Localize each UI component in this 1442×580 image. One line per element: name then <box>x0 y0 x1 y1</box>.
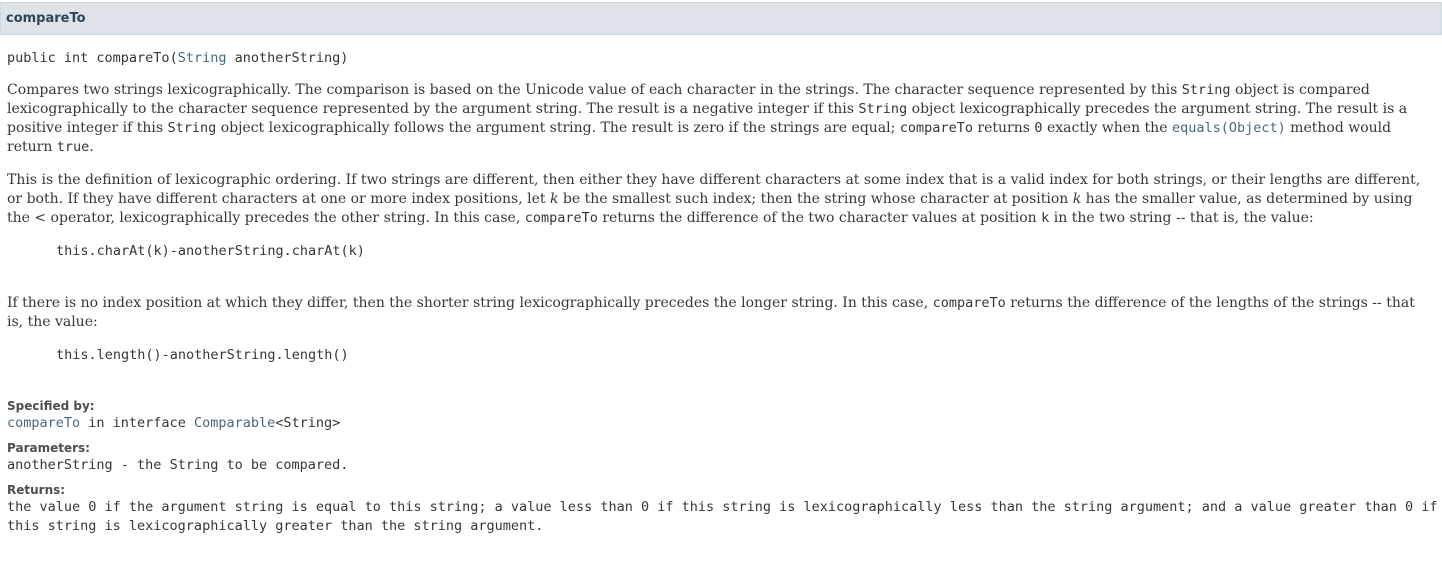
text: . <box>89 139 94 155</box>
description-paragraph-2: This is the definition of lexicographic … <box>7 171 1442 228</box>
text: be the smallest such index; then the str… <box>558 191 1073 207</box>
description-paragraph-1: Compares two strings lexicographically. … <box>7 81 1442 157</box>
text: object lexicographically follows the arg… <box>216 120 900 136</box>
parameter-description: - the String to be compared. <box>112 457 349 473</box>
parameters-label: Parameters: <box>7 441 90 455</box>
parameters-value: anotherString - the String to be compare… <box>7 456 1442 475</box>
code-string: String <box>858 101 908 117</box>
code-string: String <box>1181 82 1231 98</box>
returns-label: Returns: <box>7 483 66 497</box>
code-string: String <box>167 120 217 136</box>
parameter-name: anotherString <box>7 457 113 473</box>
code-compareto: compareTo <box>524 210 598 226</box>
text: If there is no index position at which t… <box>7 295 933 311</box>
code-true: true <box>56 139 90 155</box>
method-signature: public int compareTo(String anotherStrin… <box>7 49 1442 68</box>
specified-by-value: compareTo in interface Comparable<String… <box>7 414 1442 433</box>
specified-by-label: Specified by: <box>7 399 95 413</box>
comparable-interface-link[interactable]: Comparable <box>194 415 275 431</box>
method-header: compareTo <box>0 2 1442 35</box>
equals-object-link[interactable]: equals(Object) <box>1172 120 1286 136</box>
text: in interface <box>80 415 194 431</box>
signature-method-name: compareTo <box>96 50 170 66</box>
code-block-charat: this.charAt(k)-anotherString.charAt(k) <box>56 243 365 259</box>
signature-param-rest: anotherString) <box>226 50 349 66</box>
signature-prefix: public int <box>7 50 97 66</box>
code-zero: 0 <box>1034 120 1043 136</box>
text: returns <box>972 120 1035 136</box>
code-compareto: compareTo <box>899 120 973 136</box>
compareto-interface-method-link[interactable]: compareTo <box>7 415 80 431</box>
returns-value: the value 0 if the argument string is eq… <box>7 499 1438 534</box>
italic-k: k <box>1072 191 1082 207</box>
text: exactly when the <box>1042 120 1172 136</box>
description-paragraph-3: If there is no index position at which t… <box>7 294 1442 332</box>
code-block-length: this.length()-anotherString.length() <box>56 347 349 363</box>
code-compareto: compareTo <box>932 295 1006 311</box>
signature-paren: ( <box>169 50 178 66</box>
generic-type: <String> <box>275 415 341 431</box>
text: returns the difference of the two charac… <box>597 210 1042 226</box>
signature-param-type-link[interactable]: String <box>178 50 227 66</box>
text: Compares two strings lexicographically. … <box>7 82 1182 98</box>
method-title: compareTo <box>6 11 86 26</box>
text: in the two string -- that is, the value: <box>1049 210 1314 226</box>
